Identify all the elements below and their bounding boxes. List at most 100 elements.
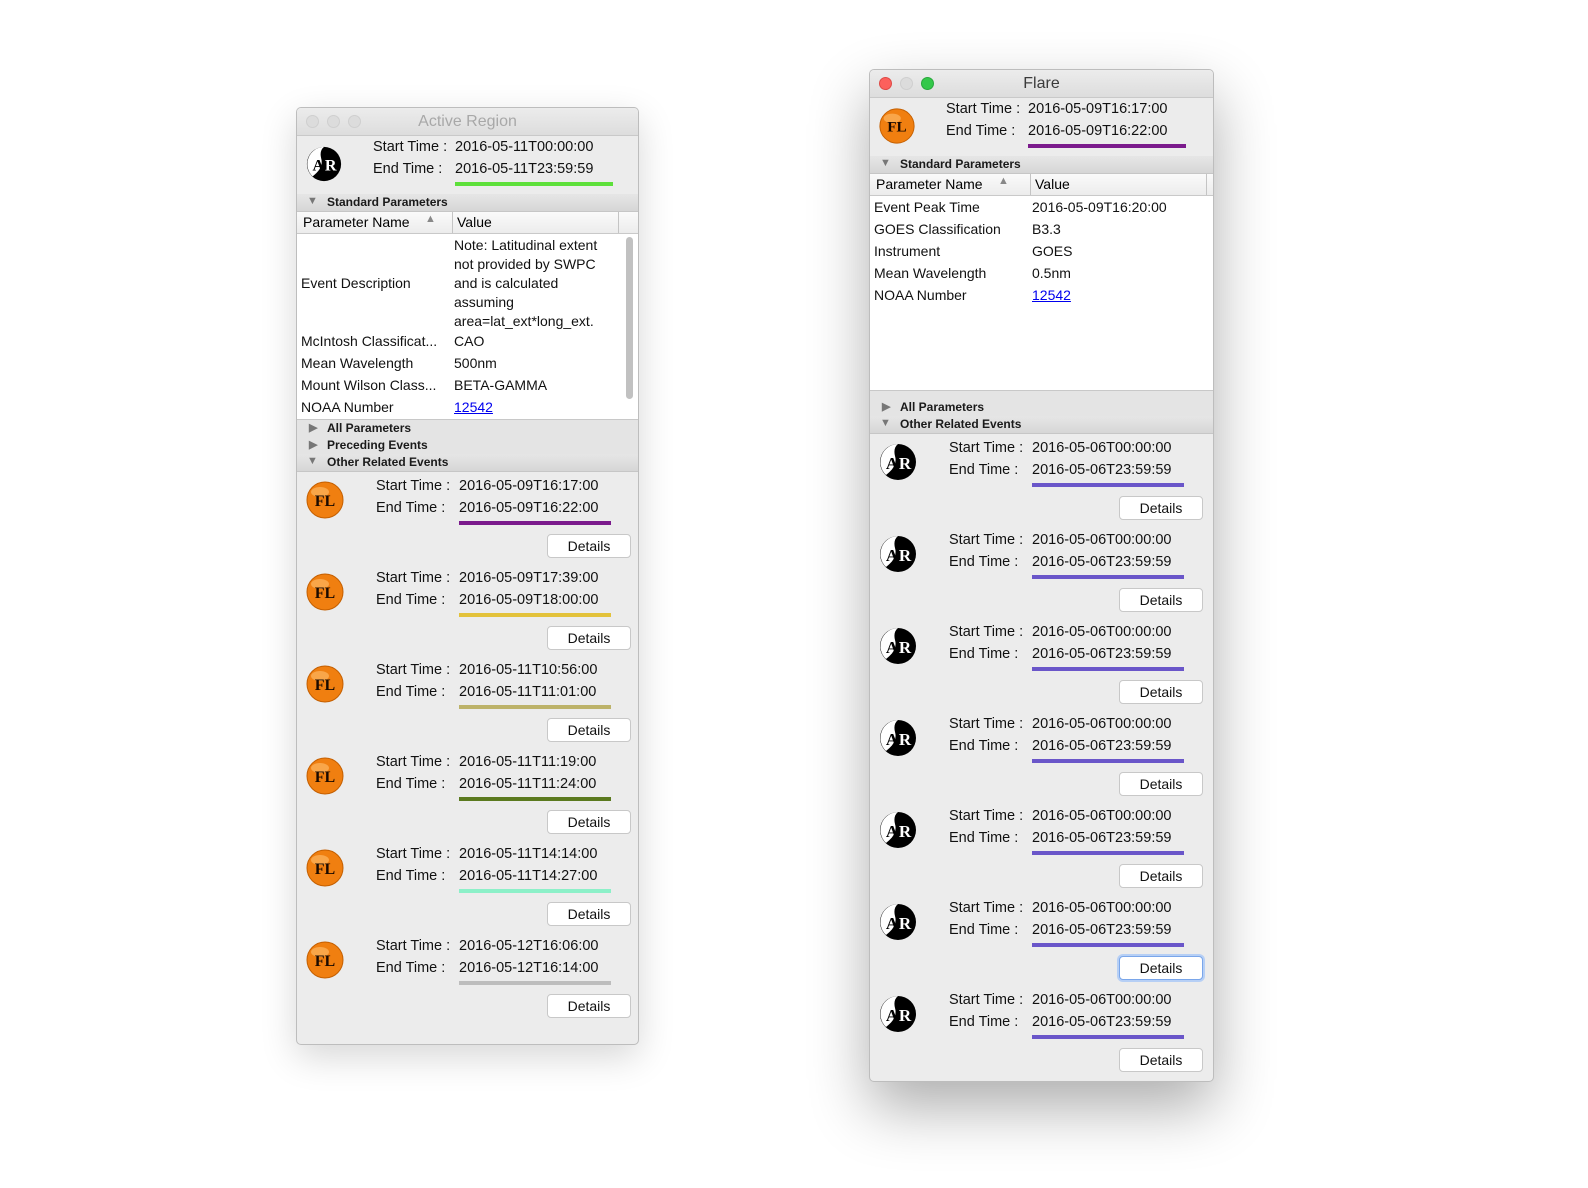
end-time-value: 2016-05-11T14:27:00 (459, 868, 598, 884)
end-time-value: 2016-05-06T23:59:59 (1032, 554, 1172, 570)
start-time-value: 2016-05-06T00:00:00 (1032, 992, 1172, 1008)
details-button[interactable]: Details (547, 902, 631, 926)
ar-icon-letter-r: R (899, 454, 912, 473)
active-region-icon: AR (880, 812, 916, 848)
noaa-number-link[interactable]: 12542 (1032, 286, 1071, 305)
start-time-value: 2016-05-06T00:00:00 (1032, 532, 1172, 548)
spacer (870, 391, 1213, 399)
table-header: Parameter Name ▲ Value (297, 212, 638, 234)
related-event-item: A R Start Time : 2016-05-06T00:00:00 End Tim… (870, 894, 1213, 986)
chevron-right-icon: ▶ (882, 401, 891, 413)
start-time-label: Start Time : (946, 101, 1021, 117)
section-label: Preceding Events (327, 438, 428, 452)
param-value: 0.5nm (1032, 265, 1071, 281)
end-time-value: 2016-05-09T16:22:00 (459, 500, 599, 516)
column-divider[interactable] (1206, 174, 1207, 195)
event-color-bar (455, 182, 613, 186)
window-titlebar[interactable]: Flare (870, 70, 1213, 98)
section-label: Other Related Events (900, 417, 1022, 431)
start-time-value: 2016-05-12T16:06:00 (459, 938, 599, 954)
active-region-window: Active Region AR Start Time : 2016-05-11… (296, 107, 639, 1045)
details-button[interactable]: Details (547, 994, 631, 1018)
chevron-down-icon: ▼ (880, 417, 891, 429)
end-time-label: End Time : (949, 830, 1019, 846)
standard-parameters-header[interactable]: ▼ Standard Parameters (870, 156, 1213, 174)
all-parameters-header[interactable]: ▶ All Parameters (870, 399, 1213, 416)
event-color-bar (1032, 575, 1184, 579)
section-label: All Parameters (900, 400, 985, 414)
details-button[interactable]: Details (1119, 680, 1203, 704)
details-button[interactable]: Details (1119, 772, 1203, 796)
related-events-list: A R Start Time :2016-05-06T00:00:00 End Tim… (870, 434, 1213, 1078)
start-time-label: Start Time : (949, 992, 1024, 1008)
start-time-label: Start Time : (376, 846, 451, 862)
active-region-icon: AR (880, 996, 916, 1032)
param-name: Mount Wilson Class... (301, 377, 437, 393)
flare-icon: FL (306, 849, 344, 887)
standard-parameters-header[interactable]: ▼ Standard Parameters (297, 194, 638, 212)
column-divider[interactable] (1030, 174, 1031, 195)
column-header-value[interactable]: Value (457, 214, 492, 230)
ar-icon-letter-r: R (899, 730, 912, 749)
related-event-item: FL Start Time : 2016-05-11T14:14:00 End Tim… (297, 840, 638, 932)
param-value: CAO (454, 333, 485, 349)
details-button[interactable]: Details (547, 534, 631, 558)
param-name: Mean Wavelength (301, 355, 414, 371)
column-header-parameter-name[interactable]: Parameter Name (876, 176, 983, 192)
column-divider[interactable] (452, 212, 453, 233)
event-color-bar (1032, 483, 1184, 487)
sort-ascending-icon: ▲ (425, 213, 436, 225)
active-region-icon: AR (306, 146, 342, 182)
flare-icon-text: FL (887, 119, 906, 136)
sort-ascending-icon: ▲ (998, 175, 1009, 187)
end-time-label: End Time : (376, 868, 446, 884)
column-header-parameter-name[interactable]: Parameter Name (303, 214, 410, 230)
details-button[interactable]: Details (1119, 864, 1203, 888)
event-color-bar (1032, 759, 1184, 763)
other-related-events-header[interactable]: ▼ Other Related Events (297, 454, 638, 472)
vertical-scrollbar[interactable] (626, 237, 633, 399)
noaa-number-link[interactable]: 12542 (454, 398, 493, 417)
start-time-value: 2016-05-06T00:00:00 (1032, 808, 1172, 824)
flare-icon-text: FL (315, 769, 335, 786)
param-value: 2016-05-09T16:20:00 (1032, 199, 1167, 215)
end-time-value: 2016-05-12T16:14:00 (459, 960, 599, 976)
param-value: GOES (1032, 243, 1073, 259)
end-time-label: End Time : (949, 1014, 1019, 1030)
related-events-list: FL Start Time : 2016-05-09T16:17:00 End Tim… (297, 472, 638, 1024)
details-button[interactable]: Details (1119, 1048, 1203, 1072)
param-name: Instrument (874, 243, 941, 259)
related-event-item: A R Start Time : 2016-05-06T00:00:00 End Tim… (870, 986, 1213, 1078)
start-time-value: 2016-05-09T17:39:00 (459, 570, 599, 586)
flare-icon: FL (879, 108, 915, 144)
start-time-value: 2016-05-09T16:17:00 (1028, 101, 1168, 117)
start-time-label: Start Time : (376, 938, 451, 954)
details-button[interactable]: Details (1119, 496, 1203, 520)
details-button[interactable]: Details (547, 718, 631, 742)
details-button[interactable]: Details (1119, 588, 1203, 612)
related-event-item: FL Start Time : 2016-05-11T11:19:00 End Tim… (297, 748, 638, 840)
end-time-label: End Time : (949, 922, 1019, 938)
flare-icon: FL (306, 573, 344, 611)
details-button[interactable]: Details (547, 810, 631, 834)
end-time-label: End Time : (376, 960, 446, 976)
other-related-events-header[interactable]: ▼ Other Related Events (870, 416, 1213, 434)
flare-icon-text: FL (315, 585, 335, 602)
parameters-table: Parameter Name ▲ Value Event Description… (297, 212, 638, 420)
ar-icon-letter-a: A (886, 730, 899, 749)
window-titlebar[interactable]: Active Region (297, 108, 638, 136)
ar-icon-letter-r: R (899, 822, 912, 841)
start-time-label: Start Time : (376, 478, 451, 494)
preceding-events-header[interactable]: ▶ Preceding Events (297, 437, 638, 454)
details-button[interactable]: Details (1119, 956, 1203, 980)
event-color-bar (459, 521, 611, 525)
start-time-value: 2016-05-11T10:56:00 (459, 662, 598, 678)
param-name: Mean Wavelength (874, 265, 987, 281)
all-parameters-header[interactable]: ▶ All Parameters (297, 420, 638, 437)
details-button[interactable]: Details (547, 626, 631, 650)
column-header-value[interactable]: Value (1035, 176, 1070, 192)
chevron-right-icon: ▶ (309, 422, 318, 434)
column-divider[interactable] (618, 212, 619, 233)
related-event-item: A R Start Time : 2016-05-06T00:00:00 End Tim… (870, 802, 1213, 894)
related-event-item: A R Start Time : 2016-05-06T00:00:00 End Tim… (870, 434, 1213, 526)
